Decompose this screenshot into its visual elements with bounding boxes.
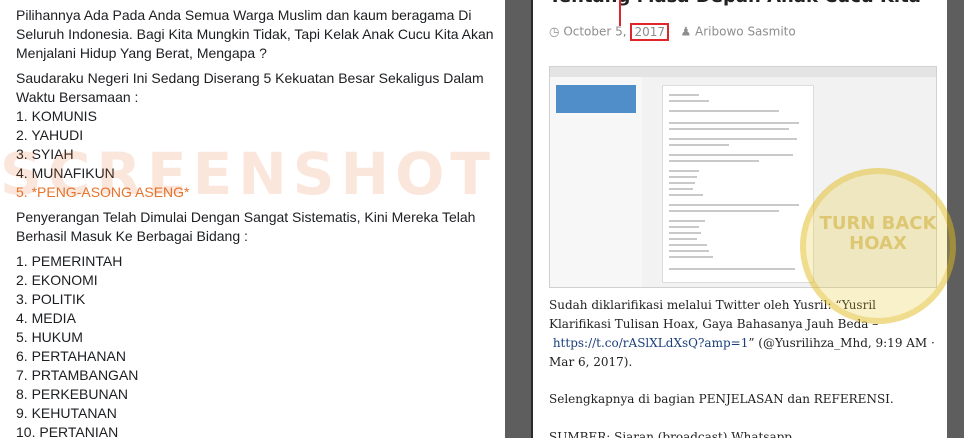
screenshot-email-body: [662, 85, 814, 283]
list-item: 1. KOMUNIS: [16, 108, 97, 124]
source-paragraph: SUMBER: Siaran (broadcast) Whatsapp: [549, 430, 792, 438]
embedded-screenshot: [549, 66, 937, 288]
date-year-highlight: 2017: [630, 22, 669, 41]
notification-banner: [556, 85, 636, 113]
list-item: 3. SYIAH: [16, 146, 74, 162]
article-panel: Tentang Masa Depan Anak Cucu Kita ◷ Octo…: [531, 0, 949, 438]
list-item: 4. MEDIA: [16, 310, 76, 326]
date-prefix: October 5,: [563, 24, 627, 39]
list-item: 3. POLITIK: [16, 291, 86, 307]
list-item: 9. KEHUTANAN: [16, 405, 117, 421]
list-item: 2. EKONOMI: [16, 272, 98, 288]
right-scroll-area: [947, 0, 964, 438]
list-item: 10. PERTANIAN: [16, 424, 119, 438]
panel-divider: [505, 0, 531, 438]
list-item: 8. PERKEBUNAN: [16, 386, 129, 402]
sectors-list: 1. PEMERINTAH 2. EKONOMI 3. POLITIK 4. M…: [16, 252, 496, 438]
intro-paragraph: Pilihannya Ada Pada Anda Semua Warga Mus…: [16, 7, 494, 61]
whatsapp-message-panel: Pilihannya Ada Pada Anda Semua Warga Mus…: [0, 0, 505, 438]
forces-list: 1. KOMUNIS 2. YAHUDI 3. SYIAH 4. MUNAFIK…: [16, 107, 496, 202]
list-item: 5. HUKUM: [16, 329, 83, 345]
clock-icon: ◷: [549, 24, 560, 39]
list-item: 4. MUNAFIKUN: [16, 165, 115, 181]
list-item: 1. PEMERINTAH: [16, 253, 123, 269]
author-link[interactable]: Aribowo Sasmito: [695, 25, 796, 39]
list-item: 5. *PENG-ASONG ASENG*: [16, 184, 190, 200]
list-item: 7. PRTAMBANGAN: [16, 367, 139, 383]
list-item: 6. PERTAHANAN: [16, 348, 126, 364]
author-icon: ♟: [680, 24, 692, 39]
annotation-line: [619, 0, 621, 26]
article-meta: ◷ October 5, 2017 ♟ Aribowo Sasmito: [549, 22, 796, 41]
clarification-paragraph: Sudah diklarifikasi melalui Twitter oleh…: [549, 298, 935, 369]
attack-paragraph: Saudaraku Negeri Ini Sedang Diserang 5 K…: [16, 70, 484, 105]
article-title: Tentang Masa Depan Anak Cucu Kita: [549, 0, 939, 8]
message-content: Pilihannya Ada Pada Anda Semua Warga Mus…: [16, 6, 496, 438]
list-item: 2. YAHUDI: [16, 127, 84, 143]
tweet-link[interactable]: https://t.co/rASlXLdXsQ?amp=1: [553, 336, 749, 350]
more-info-paragraph: Selengkapnya di bagian PENJELASAN dan RE…: [549, 392, 894, 406]
browser-bar: [550, 67, 936, 77]
systematic-paragraph: Penyerangan Telah Dimulai Dengan Sangat …: [16, 209, 476, 244]
